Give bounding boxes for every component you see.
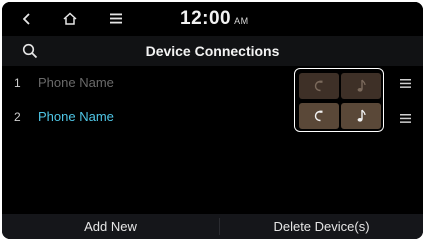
clock-ampm: AM xyxy=(234,16,249,26)
profile-toggle-group xyxy=(294,68,384,132)
menu-icon[interactable] xyxy=(110,13,122,24)
device-menu-icon[interactable] xyxy=(400,114,411,123)
music-note-icon xyxy=(357,79,366,92)
bottom-action-bar: Add New Delete Device(s) xyxy=(2,214,423,239)
device-index: 2 xyxy=(14,110,21,124)
device-menu-icon[interactable] xyxy=(400,79,411,88)
device-name: Phone Name xyxy=(38,75,114,90)
title-bar: Device Connections xyxy=(2,36,423,66)
status-bar: 12:00 AM xyxy=(2,2,423,36)
device-2-phone-toggle[interactable] xyxy=(299,103,339,129)
home-icon[interactable] xyxy=(63,12,77,25)
device-2-audio-toggle[interactable] xyxy=(341,103,381,129)
handset-icon xyxy=(314,80,323,92)
music-note-icon xyxy=(357,109,366,122)
device-1-phone-toggle[interactable] xyxy=(299,73,339,99)
clock: 12:00 AM xyxy=(180,8,249,30)
back-icon[interactable] xyxy=(23,13,31,25)
delete-devices-button[interactable]: Delete Device(s) xyxy=(220,214,423,239)
device-name: Phone Name xyxy=(38,109,114,124)
add-new-button[interactable]: Add New xyxy=(2,214,219,239)
device-1-audio-toggle[interactable] xyxy=(341,73,381,99)
device-connections-screen: 12:00 AM Device Connections 1 Phone Name … xyxy=(2,2,423,239)
handset-icon xyxy=(314,110,323,122)
clock-time: 12:00 xyxy=(180,8,232,29)
page-title: Device Connections xyxy=(145,43,280,59)
device-index: 1 xyxy=(14,76,21,90)
